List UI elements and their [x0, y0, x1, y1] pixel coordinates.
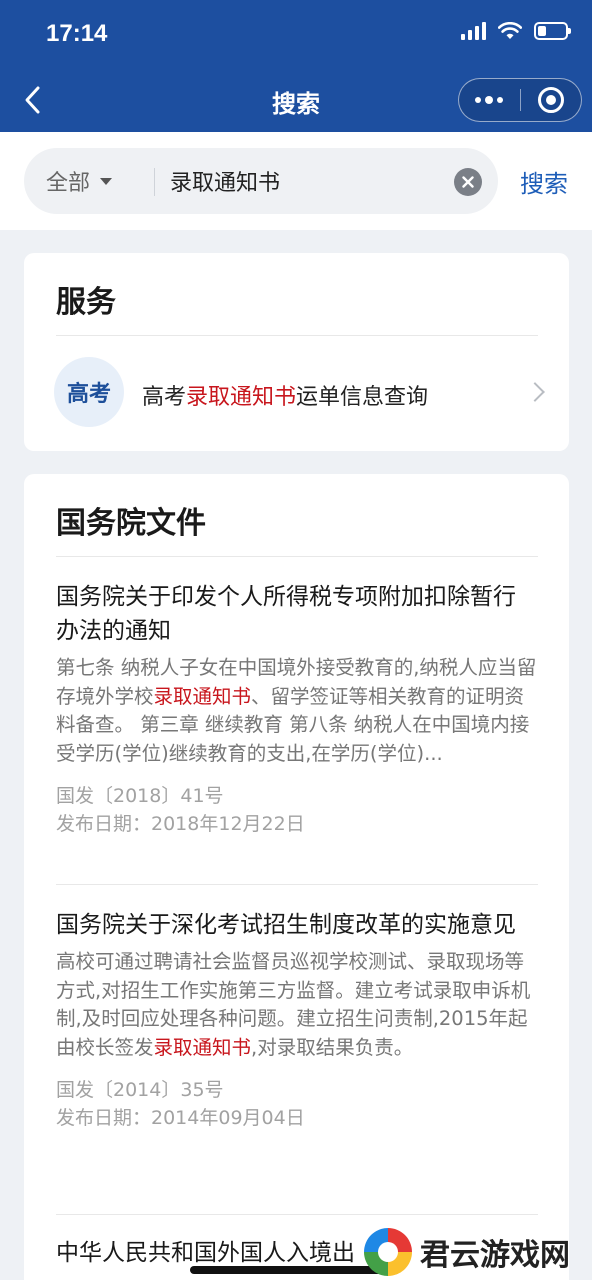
document-meta: 国发〔2014〕35号 发布日期：2014年09月04日	[56, 1076, 538, 1132]
document-title: 国务院关于深化考试招生制度改革的实施意见	[56, 912, 516, 938]
watermark-text: 君云游戏网	[420, 1238, 570, 1273]
document-title: 国务院关于印发个人所得税专项附加扣除暂行办法的通知	[56, 584, 516, 644]
document-item[interactable]: 国务院关于印发个人所得税专项附加扣除暂行办法的通知 第七条 纳税人子女在中国境外…	[56, 580, 538, 838]
service-item-gaokao[interactable]: 高考 高考录取通知书运单信息查询	[54, 357, 545, 433]
divider	[56, 335, 538, 336]
watermark: 君云游戏网	[364, 1224, 592, 1280]
close-icon	[462, 176, 474, 188]
divider	[56, 884, 538, 885]
document-snippet: 高校可通过聘请社会监督员巡视学校测试、录取现场等方式,对招生工作实施第三方监督。…	[56, 950, 531, 1059]
more-icon	[475, 96, 504, 104]
service-avatar: 高考	[54, 357, 124, 427]
search-area: 全部 搜索	[0, 132, 592, 230]
document-number: 国发〔2018〕41号	[56, 785, 224, 807]
divider	[56, 556, 538, 557]
services-card: 服务 高考 高考录取通知书运单信息查询	[24, 253, 569, 451]
cellular-signal-icon	[461, 22, 486, 40]
documents-title: 国务院文件	[56, 506, 206, 541]
watermark-logo-icon	[364, 1228, 412, 1276]
scope-divider	[154, 168, 155, 196]
status-icons	[461, 22, 571, 40]
search-button[interactable]: 搜索	[520, 164, 568, 199]
chevron-right-icon	[525, 382, 545, 402]
more-button[interactable]	[459, 79, 520, 121]
search-input[interactable]	[170, 162, 460, 200]
scope-label: 全部	[46, 171, 91, 196]
status-time: 17:14	[46, 20, 108, 47]
close-mini-program-button[interactable]	[521, 79, 582, 121]
close-target-icon	[537, 87, 564, 113]
service-label: 高考录取通知书运单信息查询	[142, 385, 429, 410]
document-date: 发布日期：2018年12月22日	[56, 813, 305, 835]
scope-dropdown[interactable]: 全部	[46, 148, 113, 214]
search-box: 全部	[24, 148, 498, 214]
mini-program-capsule	[458, 78, 582, 122]
battery-icon	[534, 22, 571, 40]
services-title: 服务	[56, 285, 116, 320]
documents-card: 国务院文件 国务院关于印发个人所得税专项附加扣除暂行办法的通知 第七条 纳税人子…	[24, 474, 569, 1280]
wifi-icon	[498, 22, 522, 39]
document-meta: 国发〔2018〕41号 发布日期：2018年12月22日	[56, 782, 538, 838]
top-bar: 17:14 搜索	[0, 0, 592, 132]
document-item[interactable]: 国务院关于深化考试招生制度改革的实施意见 高校可通过聘请社会监督员巡视学校测试、…	[56, 908, 538, 1132]
clear-search-button[interactable]	[454, 168, 482, 196]
document-snippet: 第七条 纳税人子女在中国境外接受教育的,纳税人应当留存境外学校录取通知书、留学签…	[56, 656, 537, 765]
caret-down-icon	[100, 177, 113, 185]
document-date: 发布日期：2014年09月04日	[56, 1107, 305, 1129]
document-number: 国发〔2014〕35号	[56, 1079, 224, 1101]
divider	[56, 1214, 538, 1215]
